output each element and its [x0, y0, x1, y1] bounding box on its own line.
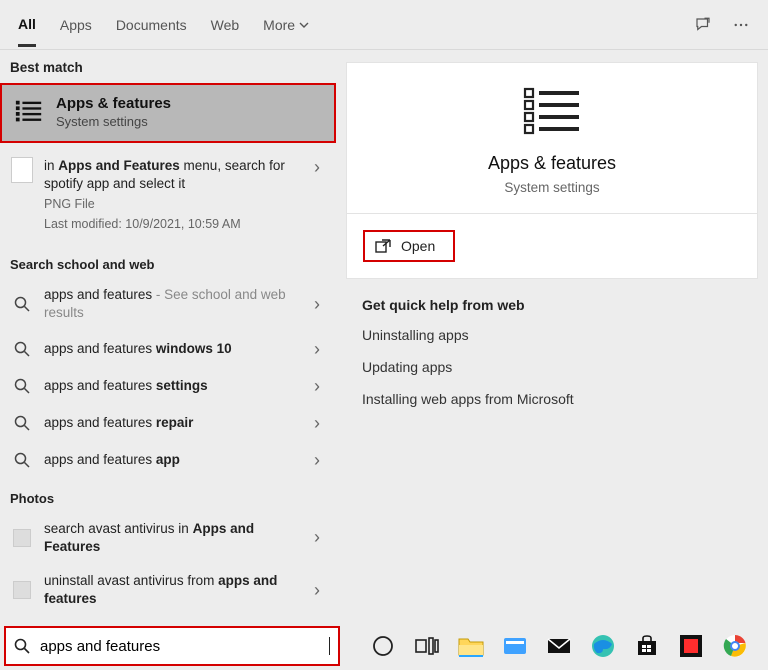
search-header: All Apps Documents Web More: [0, 0, 768, 50]
search-icon: [14, 415, 30, 431]
tab-apps[interactable]: Apps: [60, 4, 92, 45]
help-link-uninstalling[interactable]: Uninstalling apps: [362, 327, 742, 343]
apps-features-icon: [519, 85, 585, 141]
taskbar: [340, 622, 768, 670]
task-view-icon[interactable]: [414, 633, 440, 659]
open-button[interactable]: Open: [363, 230, 455, 262]
chrome-icon[interactable]: [722, 633, 748, 659]
search-icon: [14, 296, 30, 312]
result-title: Apps & features: [56, 95, 171, 112]
file-explorer-icon[interactable]: [458, 633, 484, 659]
file-type: PNG File: [44, 196, 314, 213]
web-result-4[interactable]: apps and features app ›: [0, 442, 336, 479]
result-subtitle: System settings: [56, 114, 171, 129]
photo-result-1[interactable]: uninstall avast antivirus from apps and …: [0, 564, 336, 616]
search-input[interactable]: [40, 638, 329, 655]
bottom-bar: [0, 622, 768, 670]
tab-web[interactable]: Web: [211, 4, 240, 45]
result-text: Apps & features System settings: [56, 95, 171, 129]
app-icon-red[interactable]: [678, 633, 704, 659]
search-icon: [14, 378, 30, 394]
details-pane: Apps & features System settings Open Get…: [336, 50, 768, 622]
chevron-right-icon: ›: [314, 376, 326, 397]
search-results-pane: Best match Apps & features System settin…: [0, 50, 336, 622]
chevron-right-icon: ›: [314, 527, 326, 548]
chevron-down-icon: [299, 20, 309, 30]
file-thumbnail-icon: [10, 157, 34, 183]
section-best-match: Best match: [0, 50, 336, 83]
photo-thumbnail-icon: [13, 529, 31, 547]
open-label: Open: [401, 238, 435, 254]
chevron-right-icon: ›: [314, 580, 326, 601]
search-icon: [14, 638, 30, 654]
photo-thumbnail-icon: [13, 581, 31, 599]
web-result-2[interactable]: apps and features settings ›: [0, 368, 336, 405]
text-caret: [329, 637, 330, 655]
mail-icon[interactable]: [546, 633, 572, 659]
details-card: Apps & features System settings: [346, 62, 758, 214]
search-icon: [14, 452, 30, 468]
chevron-right-icon: ›: [314, 294, 326, 315]
section-photos: Photos: [0, 479, 336, 512]
app-icon-blue[interactable]: [502, 633, 528, 659]
web-result-1[interactable]: apps and features windows 10 ›: [0, 331, 336, 368]
tab-more[interactable]: More: [263, 4, 309, 45]
result-apps-and-features[interactable]: Apps & features System settings: [0, 83, 336, 143]
chevron-right-icon: ›: [314, 157, 326, 178]
web-result-0[interactable]: apps and features - See school and web r…: [0, 278, 336, 330]
cortana-icon[interactable]: [370, 633, 396, 659]
result-text: in Apps and Features menu, search for sp…: [44, 157, 314, 233]
details-title: Apps & features: [347, 153, 757, 174]
tab-more-label: More: [263, 17, 295, 33]
chevron-right-icon: ›: [314, 413, 326, 434]
search-box[interactable]: [4, 626, 340, 666]
quick-help-heading: Get quick help from web: [362, 297, 742, 313]
chevron-right-icon: ›: [314, 339, 326, 360]
file-modified: Last modified: 10/9/2021, 10:59 AM: [44, 216, 314, 233]
search-icon: [14, 341, 30, 357]
help-link-installing-web[interactable]: Installing web apps from Microsoft: [362, 391, 742, 407]
open-icon: [375, 239, 391, 253]
apps-features-icon: [14, 97, 44, 127]
section-search-web: Search school and web: [0, 245, 336, 278]
header-icons: [694, 16, 750, 34]
feedback-icon[interactable]: [694, 16, 712, 34]
quick-help: Get quick help from web Uninstalling app…: [346, 279, 758, 441]
tab-documents[interactable]: Documents: [116, 4, 187, 45]
edge-icon[interactable]: [590, 633, 616, 659]
more-options-icon[interactable]: [732, 16, 750, 34]
chevron-right-icon: ›: [314, 450, 326, 471]
tab-all[interactable]: All: [18, 3, 36, 47]
details-subtitle: System settings: [347, 180, 757, 195]
help-link-updating[interactable]: Updating apps: [362, 359, 742, 375]
store-icon[interactable]: [634, 633, 660, 659]
details-actions: Open: [346, 214, 758, 279]
result-png-file[interactable]: in Apps and Features menu, search for sp…: [0, 143, 336, 245]
photo-result-0[interactable]: search avast antivirus in Apps and Featu…: [0, 512, 336, 564]
web-result-3[interactable]: apps and features repair ›: [0, 405, 336, 442]
